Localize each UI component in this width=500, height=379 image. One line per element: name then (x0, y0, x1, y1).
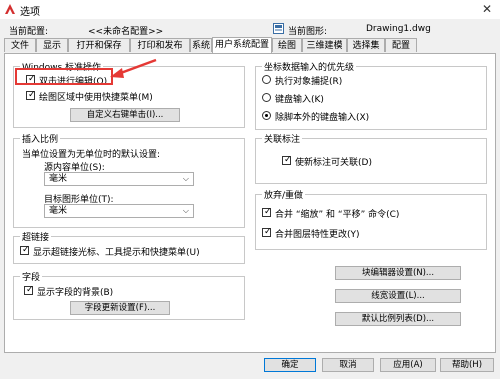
callout-arrow-icon (110, 58, 157, 78)
coord-priority-group: 坐标数据输入的优先级 执行对象捕捉(R) 键盘输入(K) 除脚本外的键盘输入(X… (255, 60, 487, 130)
apply-button[interactable]: 应用(A) (380, 358, 436, 372)
tab-profiles[interactable]: 配置 (385, 38, 417, 52)
shortcut-menu-label: 绘图区域中使用快捷菜单(M) (39, 93, 153, 103)
help-button[interactable]: 帮助(H) (440, 358, 494, 372)
window-title: 选项 (20, 7, 40, 18)
tab-plot-publish[interactable]: 打印和发布 (130, 38, 190, 52)
custom-right-click-button[interactable]: 自定义右键单击(I)... (70, 108, 180, 122)
insert-scale-group: 插入比例 当单位设置为无单位时的默认设置: 源内容单位(S): 毫米 ⌵ 目标图… (13, 132, 245, 228)
associative-dim-checkbox[interactable]: ✓ (282, 155, 292, 165)
field-background-label: 显示字段的背景(B) (37, 288, 114, 298)
lineweight-settings-button[interactable]: 线宽设置(L)... (335, 289, 461, 303)
target-units-value: 毫米 (49, 206, 68, 216)
hyperlink-label: 显示超链接光标、工具提示和快捷菜单(U) (33, 248, 200, 258)
field-update-settings-button[interactable]: 字段更新设置(F)... (70, 301, 170, 315)
tab-files[interactable]: 文件 (4, 38, 36, 52)
hyperlink-checkbox[interactable]: ✓ (20, 245, 30, 255)
cancel-button[interactable]: 取消 (322, 358, 374, 372)
highlight-callout-box (15, 68, 113, 85)
tab-drafting[interactable]: 绘图 (272, 38, 302, 52)
radio-selected-dot (265, 114, 268, 117)
keyboard-entry-radio[interactable] (262, 93, 271, 102)
drawing-file-icon (273, 23, 284, 34)
undo-redo-group: 放弃/重做 ✓ 合并 “缩放” 和 “平移” 命令(C) ✓ 合并图层特性更改(… (255, 188, 487, 250)
tab-display[interactable]: 显示 (36, 38, 68, 52)
current-profile-value: <<未命名配置>> (88, 27, 164, 37)
tab-system[interactable]: 系统 (190, 38, 212, 52)
checkmark-icon: ✓ (264, 207, 272, 217)
shortcut-menu-checkbox[interactable]: ✓ (26, 90, 36, 100)
checkmark-icon: ✓ (28, 90, 36, 100)
user-preferences-panel: Windows 标准操作 ✓ 双击进行编辑(O) ✓ 绘图区域中使用快捷菜单(M… (4, 53, 496, 353)
tab-open-save[interactable]: 打开和保存 (68, 38, 130, 52)
tab-user-preferences[interactable]: 用户系统配置 (212, 37, 272, 53)
combine-layer-property-label: 合并图层特性更改(Y) (275, 230, 360, 240)
target-units-select[interactable]: 毫米 ⌵ (44, 204, 194, 218)
keyboard-except-scripts-label: 除脚本外的键盘输入(X) (275, 113, 370, 123)
undo-redo-title: 放弃/重做 (262, 188, 306, 201)
osnap-radio[interactable] (262, 75, 271, 84)
keyboard-entry-label: 键盘输入(K) (275, 95, 324, 105)
checkmark-icon: ✓ (26, 285, 34, 295)
current-drawing-value: Drawing1.dwg (366, 24, 431, 34)
autocad-logo-icon (5, 4, 15, 14)
combine-zoom-pan-checkbox[interactable]: ✓ (262, 207, 272, 217)
associative-dim-group: 关联标注 ✓ 使新标注可关联(D) (255, 132, 487, 184)
hyperlink-group: 超链接 ✓ 显示超链接光标、工具提示和快捷菜单(U) (13, 230, 245, 264)
insert-scale-title: 插入比例 (20, 132, 61, 145)
combine-zoom-pan-label: 合并 “缩放” 和 “平移” 命令(C) (275, 210, 400, 220)
tab-3d-modeling[interactable]: 三维建模 (302, 38, 347, 52)
osnap-label: 执行对象捕捉(R) (275, 77, 343, 87)
checkmark-icon: ✓ (284, 155, 292, 165)
fields-title: 字段 (20, 270, 43, 283)
chevron-down-icon: ⌵ (182, 206, 189, 215)
current-drawing-label: 当前图形: (288, 27, 328, 37)
default-scale-list-button[interactable]: 默认比例列表(D)... (335, 312, 461, 326)
combine-layer-property-checkbox[interactable]: ✓ (262, 227, 272, 237)
checkmark-icon: ✓ (264, 227, 272, 237)
associative-dim-title: 关联标注 (262, 132, 303, 145)
checkmark-icon: ✓ (22, 245, 30, 255)
ok-button[interactable]: 确定 (264, 358, 316, 372)
chevron-down-icon: ⌵ (182, 174, 189, 183)
fields-group: 字段 ✓ 显示字段的背景(B) 字段更新设置(F)... (13, 270, 245, 320)
keyboard-except-scripts-radio[interactable] (262, 111, 271, 120)
current-profile-label: 当前配置: (9, 27, 49, 37)
source-units-select[interactable]: 毫米 ⌵ (44, 172, 194, 186)
close-icon[interactable]: ✕ (478, 1, 496, 17)
coord-priority-title: 坐标数据输入的优先级 (262, 60, 357, 73)
hyperlink-title: 超链接 (20, 230, 52, 243)
insert-scale-desc: 当单位设置为无单位时的默认设置: (22, 150, 161, 160)
field-background-checkbox[interactable]: ✓ (24, 285, 34, 295)
title-bar: 选项 ✕ (0, 0, 500, 19)
tab-selection[interactable]: 选择集 (347, 38, 385, 52)
block-editor-settings-button[interactable]: 块编辑器设置(N)... (335, 266, 461, 280)
source-units-value: 毫米 (49, 174, 68, 184)
associative-dim-label: 使新标注可关联(D) (295, 158, 372, 168)
